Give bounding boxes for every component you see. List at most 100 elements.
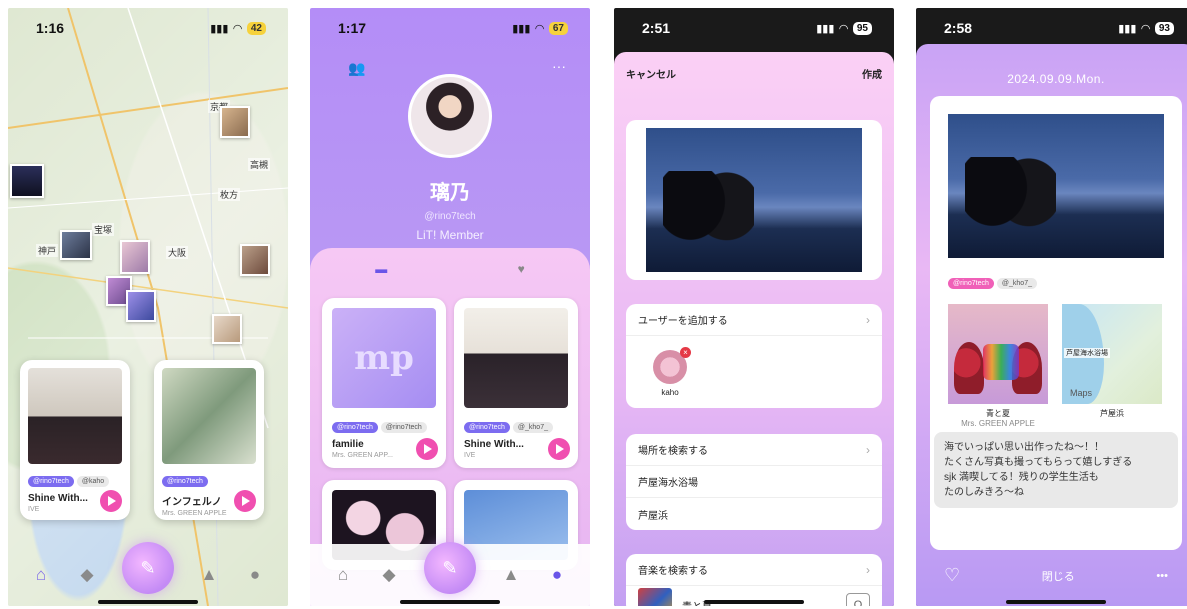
more-menu-button[interactable]: ••• [1156, 570, 1168, 582]
profile-name: 璃乃 [430, 182, 470, 204]
compose-button[interactable]: ✎ [424, 542, 476, 594]
create-sheet: キャンセル 作成 ユーザーを追加する › × kaho 場所を検索する › 芦屋… [614, 52, 894, 606]
post-date: 2024.09.09.Mon. [1007, 72, 1105, 86]
cancel-button[interactable]: キャンセル [626, 66, 676, 81]
album-art [948, 304, 1048, 404]
map-label: 神戸 [36, 244, 59, 257]
status-time: 1:17 [338, 20, 367, 36]
heart-icon[interactable]: ♥ [518, 262, 525, 276]
bell-icon[interactable]: ▲ [500, 564, 522, 586]
remove-user-icon[interactable]: × [680, 347, 691, 358]
maps-brand-label: Maps [1070, 388, 1093, 398]
tagged-user[interactable]: × kaho [650, 347, 691, 397]
avatar[interactable] [408, 74, 492, 158]
avatar: × [653, 347, 691, 384]
map-label: 枚方 [218, 188, 241, 201]
photo-pin[interactable] [220, 106, 250, 138]
user-tag[interactable]: @kaho [76, 476, 110, 487]
tag-icon[interactable]: ◆ [378, 564, 400, 586]
add-user-label: ユーザーを追加する [638, 316, 728, 327]
close-button[interactable]: 閉じる [1042, 568, 1075, 584]
more-menu-button[interactable]: ··· [552, 58, 566, 74]
user-tag[interactable]: @rino7tech [332, 422, 378, 433]
signal-icon: ▮▮▮ [1118, 22, 1137, 35]
create-post-screen: 2:51 ▮▮▮ ◠ 95 キャンセル 作成 ユーザーを追加する › × kaho … [614, 8, 894, 606]
post-photo[interactable] [948, 114, 1164, 259]
tag-icon[interactable]: ◆ [76, 564, 98, 586]
add-user-row[interactable]: ユーザーを追加する › [626, 304, 882, 336]
photo-pin[interactable] [10, 164, 44, 198]
home-indicator [400, 600, 500, 604]
compose-button[interactable]: ✎ [122, 542, 174, 594]
post-card[interactable]: @rino7tech @kaho Shine With... IVE [20, 360, 130, 520]
chevron-right-icon: › [866, 562, 870, 577]
wifi-icon: ◠ [839, 22, 848, 35]
map-label: 大阪 [166, 246, 189, 259]
create-button[interactable]: 作成 [862, 66, 882, 81]
search-place-row[interactable]: 場所を検索する › [626, 434, 882, 466]
bell-icon[interactable]: ▲ [198, 564, 220, 586]
profile-icon[interactable]: ● [244, 564, 266, 586]
music-info[interactable]: 青と夏 Mrs. GREEN APPLE [948, 304, 1048, 428]
battery-badge: 42 [246, 21, 266, 35]
home-indicator [704, 600, 804, 604]
play-button[interactable] [100, 490, 122, 512]
place-option[interactable]: 芦屋海水浴場 [626, 466, 882, 498]
compose-icon: ✎ [140, 557, 156, 578]
user-tag[interactable]: @rino7tech [162, 476, 208, 487]
user-tag[interactable]: @rino7tech [28, 476, 74, 487]
home-icon[interactable]: ⌂ [332, 564, 354, 586]
user-tag[interactable]: @_kho7_ [512, 422, 553, 433]
post-photo: mp [332, 308, 436, 408]
post-card[interactable]: @rino7tech @_kho7_ Shine With... IVE [454, 298, 578, 468]
user-tag[interactable]: @rino7tech [380, 422, 427, 433]
folder-icon[interactable]: ▬ [375, 262, 387, 276]
wifi-icon: ◠ [535, 22, 544, 35]
photo-preview-box[interactable] [626, 120, 882, 280]
music-section: 音楽を検索する › 青と夏 Ω [626, 554, 882, 606]
profile-icon[interactable]: ● [546, 564, 568, 586]
post-photo [464, 308, 568, 408]
user-tag[interactable]: @_kho7_ [996, 278, 1037, 289]
post-card[interactable]: @rino7tech インフェルノ Mrs. GREEN APPLE [154, 360, 264, 520]
map-label: 高槻 [248, 158, 271, 171]
place-section: 場所を検索する › 芦屋海水浴場 芦屋浜 [626, 434, 882, 530]
search-place-label: 場所を検索する [638, 446, 708, 457]
post-detail-screen: 2:58 ▮▮▮ ◠ 93 2024.09.09.Mon. @rino7tech @_… [916, 8, 1187, 606]
mini-map: 芦屋海水浴場 Maps [1062, 304, 1162, 404]
battery-badge: 67 [548, 21, 568, 35]
status-bar: 1:16 ▮▮▮ ◠ 42 [8, 8, 288, 48]
chevron-right-icon: › [866, 312, 870, 327]
friends-icon[interactable]: 👥 [348, 60, 365, 77]
search-music-label: 音楽を検索する [638, 566, 708, 577]
headphones-icon[interactable]: Ω [846, 593, 870, 606]
post-photo [28, 368, 122, 464]
profile-screen: 1:17 ▮▮▮ ◠ 67 👥 ··· 璃乃 @rino7tech LiT! Mem… [310, 8, 590, 606]
search-music-row[interactable]: 音楽を検索する › [626, 554, 882, 586]
wifi-icon: ◠ [233, 22, 242, 35]
post-photo [646, 128, 862, 273]
place-info[interactable]: 芦屋海水浴場 Maps 芦屋浜 [1062, 304, 1162, 419]
heart-icon[interactable]: ♡ [944, 565, 960, 586]
map-label: 宝塚 [92, 223, 115, 236]
user-tag[interactable]: @rino7tech [948, 278, 994, 289]
chevron-right-icon: › [866, 442, 870, 457]
signal-icon: ▮▮▮ [816, 22, 835, 35]
play-button[interactable] [548, 438, 570, 460]
place-option[interactable]: 芦屋浜 [626, 498, 882, 530]
profile-handle: @rino7tech [424, 211, 476, 222]
photo-pin[interactable] [126, 290, 156, 322]
post-card[interactable]: mp @rino7tech @rino7tech familie Mrs. GRE… [322, 298, 446, 468]
photo-pin[interactable] [120, 240, 150, 274]
play-button[interactable] [234, 490, 256, 512]
wifi-icon: ◠ [1141, 22, 1150, 35]
user-tag[interactable]: @rino7tech [464, 422, 510, 433]
photo-pin[interactable] [212, 314, 242, 344]
battery-badge: 93 [1154, 21, 1174, 35]
status-bar: 1:17 ▮▮▮ ◠ 67 [310, 8, 590, 48]
home-indicator [98, 600, 198, 604]
photo-pin[interactable] [240, 244, 270, 276]
play-button[interactable] [416, 438, 438, 460]
home-icon[interactable]: ⌂ [30, 564, 52, 586]
photo-pin[interactable] [60, 230, 92, 260]
